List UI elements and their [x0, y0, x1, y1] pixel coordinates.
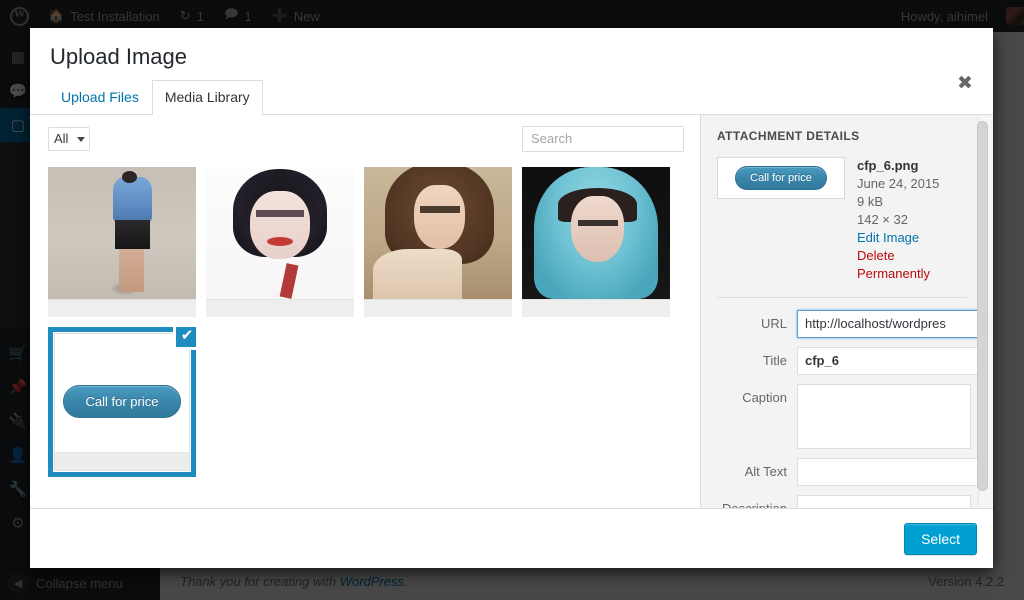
thumbnail-detail [570, 195, 625, 262]
thumbnail-detail [372, 248, 462, 302]
thumbnail-detail [256, 210, 304, 217]
tab-upload-files[interactable]: Upload Files [48, 80, 152, 115]
description-field-row: Description [713, 494, 971, 508]
select-button[interactable]: Select [904, 522, 977, 555]
delete-permanently-link[interactable]: Delete Permanently [857, 247, 971, 283]
attachment-details-thumbnail: Call for price [717, 156, 845, 199]
attachment-call-for-price-button[interactable]: ✔ Call for price [48, 326, 196, 477]
attachment-date: June 24, 2015 [857, 175, 940, 191]
search-input[interactable] [522, 125, 684, 152]
attachment-portrait-brunette[interactable] [364, 166, 512, 317]
attachment-thumbnail-image [48, 166, 196, 299]
description-field[interactable] [797, 494, 971, 508]
attachment-filesize: 9 kB [857, 193, 884, 209]
caption-field-label: Caption [742, 389, 787, 405]
edit-image-link[interactable]: Edit Image [857, 229, 971, 247]
thumbnail-detail [420, 206, 461, 213]
call-for-price-button-preview: Call for price [735, 165, 827, 190]
media-filter-select[interactable]: All [48, 126, 90, 151]
attachment-shelf [48, 298, 196, 317]
checkmark-icon[interactable]: ✔ [173, 326, 196, 350]
title-field-row: Title [713, 346, 988, 375]
url-field[interactable] [797, 309, 989, 338]
attachment-filename: cfp_6.png [857, 157, 919, 173]
media-filter-dropdown[interactable]: All [48, 126, 90, 151]
thumbnail-detail [414, 185, 465, 249]
attachment-thumbnail-image [364, 166, 512, 302]
description-field-label: Description [713, 495, 787, 508]
page-title: Upload Image [50, 44, 187, 69]
attachment-shelf [206, 298, 354, 317]
attachment-portrait-dark-hair[interactable] [206, 166, 354, 317]
media-modal: ✖ Upload Image Upload Files Media Librar… [30, 28, 993, 568]
url-field-row: URL [713, 309, 989, 338]
attachment-fashion-model-standing[interactable] [48, 166, 196, 317]
attachment-metadata: cfp_6.png June 24, 2015 9 kB 142 × 32 Ed… [857, 157, 971, 283]
attachment-thumbnail-image [206, 166, 354, 300]
divider [717, 296, 967, 298]
sidebar-scrollbar-thumb[interactable] [977, 120, 988, 491]
caption-field-row: Caption [713, 383, 971, 449]
alt-text-field[interactable] [797, 457, 989, 486]
attachment-details-summary: Call for price cfp_6.png June 24, 2015 9… [713, 156, 971, 283]
attachment-dimensions: 142 × 32 [857, 211, 908, 227]
alt-text-field-label: Alt Text [744, 463, 787, 479]
attachment-details-panel: ATTACHMENT DETAILS Call for price cfp_6.… [701, 114, 993, 508]
tab-media-library[interactable]: Media Library [151, 80, 263, 115]
sidebar-scrollbar[interactable] [977, 116, 991, 506]
thumbnail-detail [279, 263, 299, 300]
thumbnail-detail [578, 219, 619, 227]
modal-overlay[interactable]: ✖ Upload Image Upload Files Media Librar… [0, 0, 1024, 600]
media-library-pane: All Search ✔ Call for price [30, 114, 701, 508]
thumbnail-detail [250, 190, 310, 260]
wp-admin-screen: 🏠 Test Installation ↻ 1 🗩 1 ➕ New Howdy,… [0, 0, 1024, 600]
thumbnail-detail [122, 170, 137, 183]
title-field-label: Title [762, 352, 787, 368]
call-for-price-button-preview: Call for price [62, 385, 182, 419]
thumbnail-detail [119, 245, 145, 293]
attachment-shelf [55, 451, 189, 470]
alt-text-field-row: Alt Text [713, 457, 989, 486]
title-field[interactable] [797, 346, 988, 375]
attachments-grid: ✔ Call for price [30, 163, 700, 493]
modal-tabs: Upload Files Media Library [30, 72, 993, 115]
caption-field[interactable] [797, 383, 971, 449]
attachment-shelf [522, 298, 670, 317]
attachment-thumbnail-image [522, 166, 670, 299]
modal-body: All Search ✔ Call for price ATTACHMENT D… [30, 114, 993, 508]
attachment-portrait-blue-scarf[interactable] [522, 166, 670, 317]
attachment-details-heading: ATTACHMENT DETAILS [717, 128, 860, 143]
modal-footer: Select [30, 508, 993, 568]
attachment-shelf [364, 298, 512, 317]
attachment-thumbnail-image: Call for price [54, 332, 190, 471]
url-field-label: URL [760, 315, 787, 331]
thumbnail-detail [266, 236, 294, 246]
media-toolbar: All [30, 115, 700, 163]
